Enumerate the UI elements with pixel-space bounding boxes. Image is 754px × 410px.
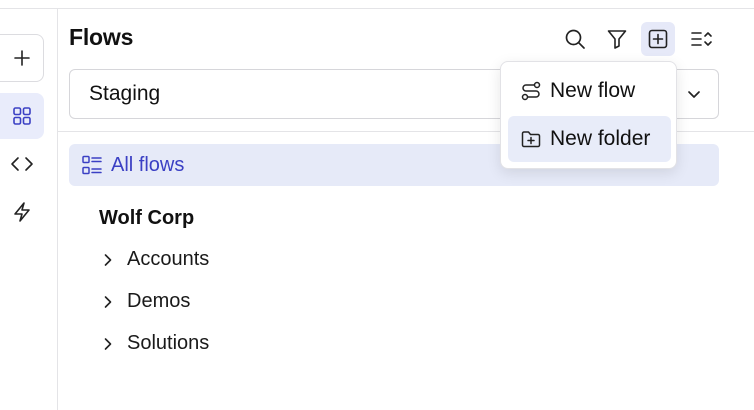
search-icon	[565, 29, 585, 49]
sort-button[interactable]	[684, 22, 718, 56]
menu-item-label: New folder	[550, 127, 651, 150]
folder-plus-icon	[521, 131, 541, 148]
code-icon	[11, 157, 33, 171]
page-title: Flows	[69, 24, 134, 50]
rail-code-button[interactable]	[0, 141, 44, 187]
folder-item[interactable]: Demos	[99, 290, 190, 313]
chevron-right-icon	[104, 295, 112, 308]
list-grid-icon	[82, 155, 102, 175]
add-square-icon	[648, 29, 668, 49]
top-divider	[0, 8, 754, 9]
folder-label: Solutions	[127, 332, 210, 354]
filter-icon	[607, 30, 627, 49]
folder-label: Accounts	[127, 248, 210, 270]
menu-item-new-folder[interactable]: New folder	[508, 116, 671, 162]
filter-button[interactable]	[600, 22, 634, 56]
chevron-down-icon	[688, 91, 700, 98]
menu-item-new-flow[interactable]: New flow	[508, 68, 671, 114]
left-rail	[0, 9, 58, 410]
rail-add-button[interactable]	[0, 34, 44, 82]
folder-item[interactable]: Solutions	[99, 332, 209, 355]
folder-item[interactable]: Accounts	[99, 248, 209, 271]
rail-flows-button[interactable]	[0, 93, 44, 139]
folder-label: Demos	[127, 290, 191, 312]
plus-icon	[13, 50, 30, 66]
add-new-button[interactable]	[641, 22, 675, 56]
chevron-right-icon	[104, 253, 112, 266]
search-button[interactable]	[558, 22, 592, 56]
environment-select-value: Staging	[89, 82, 161, 105]
flow-icon	[521, 81, 541, 101]
sort-list-icon	[691, 32, 712, 46]
grid-icon	[13, 107, 31, 125]
add-menu: New flow New folder	[500, 61, 677, 169]
menu-item-label: New flow	[550, 79, 636, 102]
chevron-right-icon	[104, 337, 112, 350]
bolt-icon	[14, 202, 30, 222]
rail-triggers-button[interactable]	[0, 189, 44, 235]
all-flows-label: All flows	[111, 153, 185, 176]
group-title: Wolf Corp	[99, 207, 195, 229]
